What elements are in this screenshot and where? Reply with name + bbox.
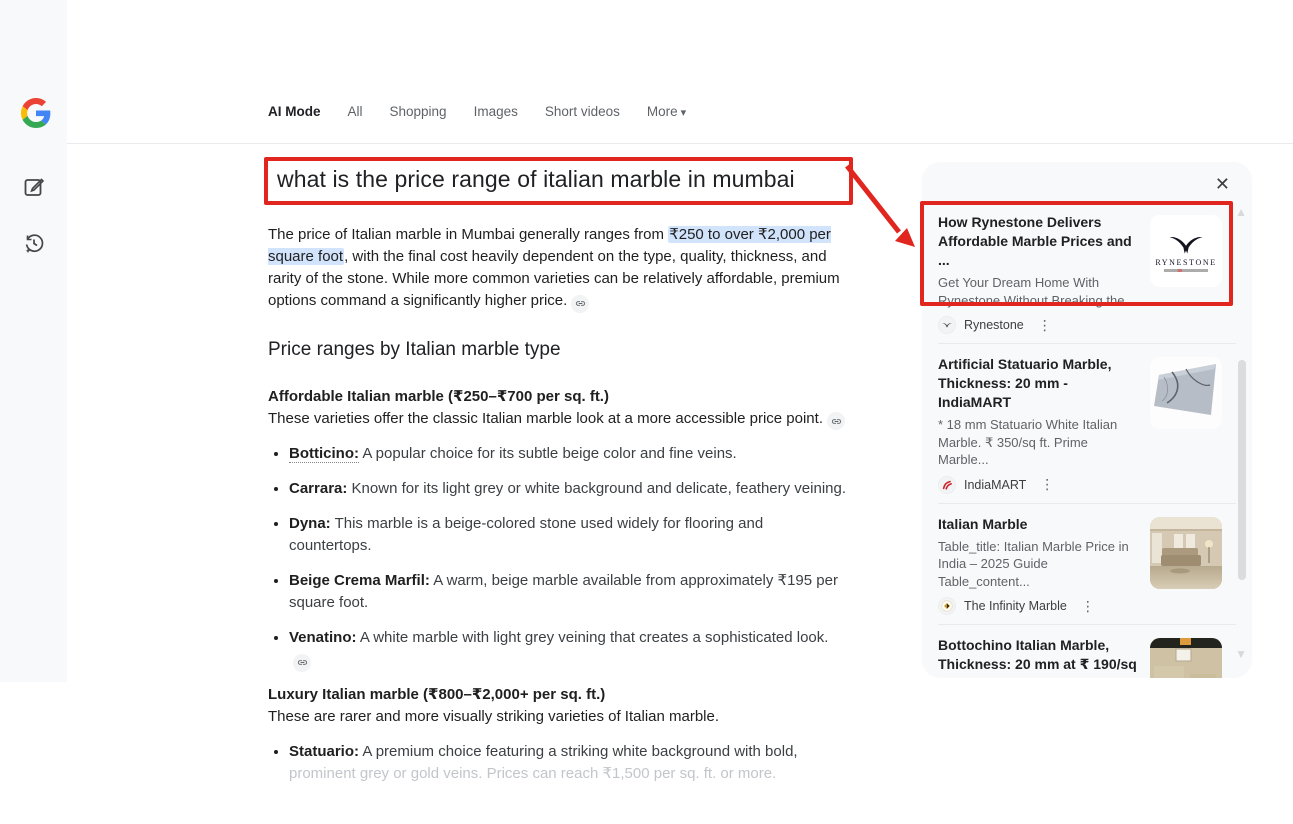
rynestone-favicon-icon: [938, 316, 956, 334]
scroll-up-icon[interactable]: ▲: [1235, 206, 1247, 218]
affordable-subtitle: These varieties offer the classic Italia…: [268, 408, 853, 431]
tab-more-label: More: [647, 104, 678, 119]
card-thumbnail-marble-slab: [1150, 357, 1222, 429]
more-options-icon[interactable]: ⋮: [1038, 317, 1052, 334]
card-text: How Rynestone Delivers Affordable Marble…: [938, 213, 1138, 334]
infinity-marble-favicon-icon: [938, 597, 956, 615]
card-title: Italian Marble: [938, 515, 1138, 534]
source-cards-list: How Rynestone Delivers Affordable Marble…: [922, 202, 1252, 678]
tab-shopping[interactable]: Shopping: [390, 104, 447, 119]
card-text: Italian Marble Table_title: Italian Marb…: [938, 515, 1138, 616]
faded-cutoff-text: prominent grey or gold veins. Prices can…: [289, 763, 849, 785]
source-name: IndiaMART: [964, 478, 1026, 492]
intro-text-post: , with the final cost heavily dependent …: [268, 248, 840, 309]
indiamart-favicon-icon: [938, 476, 956, 494]
ai-answer-column: what is the price range of italian marbl…: [264, 157, 853, 798]
card-text: Artificial Statuario Marble, Thickness: …: [938, 355, 1138, 494]
close-icon[interactable]: ✕: [1215, 175, 1230, 193]
list-item: Statuario: A premium choice featuring a …: [289, 741, 849, 785]
bullet-text: A white marble with light grey veining t…: [360, 629, 829, 646]
luxury-subheading: Luxury Italian marble (₹800–₹2,000+ per …: [268, 685, 853, 703]
list-item: Venatino: A white marble with light grey…: [289, 627, 849, 672]
card-thumbnail-rynestone-logo: RYNESTONE: [1150, 215, 1222, 287]
affordable-bullet-list: Botticino: A popular choice for its subt…: [268, 443, 849, 672]
section-heading: Price ranges by Italian marble type: [268, 339, 853, 361]
source-card-statuario[interactable]: Artificial Statuario Marble, Thickness: …: [922, 344, 1252, 503]
new-chat-icon[interactable]: [22, 175, 46, 199]
list-item: Botticino: A popular choice for its subt…: [289, 443, 849, 465]
source-name: Rynestone: [964, 318, 1024, 332]
source-row: IndiaMART ⋮: [938, 476, 1138, 494]
intro-text-pre: The price of Italian marble in Mumbai ge…: [268, 226, 668, 243]
source-card-rynestone[interactable]: How Rynestone Delivers Affordable Marble…: [922, 202, 1252, 343]
list-item: Beige Crema Marfil: A warm, beige marble…: [289, 570, 849, 614]
source-card-bottochino[interactable]: Bottochino Italian Marble, Thickness: 20…: [922, 625, 1252, 678]
bullet-text: A popular choice for its subtle beige co…: [362, 445, 736, 462]
term-botticino[interactable]: Botticino:: [289, 445, 359, 463]
card-title: Bottochino Italian Marble, Thickness: 20…: [938, 636, 1138, 678]
tab-images[interactable]: Images: [474, 104, 518, 119]
answer-intro-paragraph: The price of Italian marble in Mumbai ge…: [268, 224, 853, 313]
tab-ai-mode[interactable]: AI Mode: [268, 104, 321, 119]
more-options-icon[interactable]: ⋮: [1081, 598, 1095, 615]
chevron-down-icon: ▾: [681, 107, 687, 119]
term-venatino: Venatino:: [289, 629, 357, 646]
more-options-icon[interactable]: ⋮: [1040, 476, 1054, 493]
bullet-text: Known for its light grey or white backgr…: [352, 480, 846, 497]
term-dyna: Dyna:: [289, 515, 331, 532]
scrollbar-thumb[interactable]: [1238, 360, 1246, 580]
citation-link-icon[interactable]: [571, 295, 589, 313]
card-title: Artificial Statuario Marble, Thickness: …: [938, 355, 1138, 412]
history-icon[interactable]: [22, 231, 46, 255]
citation-link-icon[interactable]: [827, 412, 845, 430]
scroll-down-icon[interactable]: ▼: [1235, 648, 1247, 660]
results-tab-bar: AI Mode All Shopping Images Short videos…: [268, 104, 686, 119]
thumbnail-brand-text: RYNESTONE: [1155, 258, 1216, 267]
citation-link-icon[interactable]: [293, 654, 311, 672]
card-description: * 18 mm Statuario White Italian Marble. …: [938, 416, 1138, 469]
source-row: The Infinity Marble ⋮: [938, 597, 1138, 615]
affordable-subtitle-text: These varieties offer the classic Italia…: [268, 410, 823, 427]
card-thumbnail-interior-room: [1150, 517, 1222, 589]
affordable-subheading: Affordable Italian marble (₹250–₹700 per…: [268, 387, 853, 405]
source-row: Rynestone ⋮: [938, 316, 1138, 334]
tab-all[interactable]: All: [348, 104, 363, 119]
sidebar: [0, 0, 67, 682]
source-name: The Infinity Marble: [964, 599, 1067, 613]
card-text: Bottochino Italian Marble, Thickness: 20…: [938, 636, 1138, 678]
tabs-divider: [67, 143, 1293, 144]
annotation-arrow: [841, 159, 926, 257]
bullet-text: A premium choice featuring a striking wh…: [362, 743, 797, 760]
google-logo-icon[interactable]: [21, 98, 51, 128]
card-description: Table_title: Italian Marble Price in Ind…: [938, 538, 1138, 591]
list-item: Carrara: Known for its light grey or whi…: [289, 478, 849, 500]
term-beige-crema-marfil: Beige Crema Marfil:: [289, 572, 430, 589]
source-card-italian-marble[interactable]: Italian Marble Table_title: Italian Marb…: [922, 504, 1252, 625]
bullet-text: This marble is a beige-colored stone use…: [289, 515, 763, 554]
query-title: what is the price range of italian marbl…: [264, 157, 853, 205]
term-carrara: Carrara:: [289, 480, 347, 497]
tab-short-videos[interactable]: Short videos: [545, 104, 620, 119]
luxury-bullet-list: Statuario: A premium choice featuring a …: [268, 741, 849, 785]
card-description: Get Your Dream Home With Rynestone Witho…: [938, 274, 1138, 309]
tab-more[interactable]: More▾: [647, 104, 686, 119]
thumbnail-tagline-bar: [1164, 269, 1208, 272]
card-title: How Rynestone Delivers Affordable Marble…: [938, 213, 1138, 270]
term-statuario: Statuario:: [289, 743, 359, 760]
luxury-subtitle: These are rarer and more visually striki…: [268, 706, 853, 728]
list-item: Dyna: This marble is a beige-colored sto…: [289, 513, 849, 557]
card-thumbnail-beige-slab: [1150, 638, 1222, 678]
sources-panel: ✕ How Rynestone Delivers Affordable Marb…: [922, 162, 1252, 678]
